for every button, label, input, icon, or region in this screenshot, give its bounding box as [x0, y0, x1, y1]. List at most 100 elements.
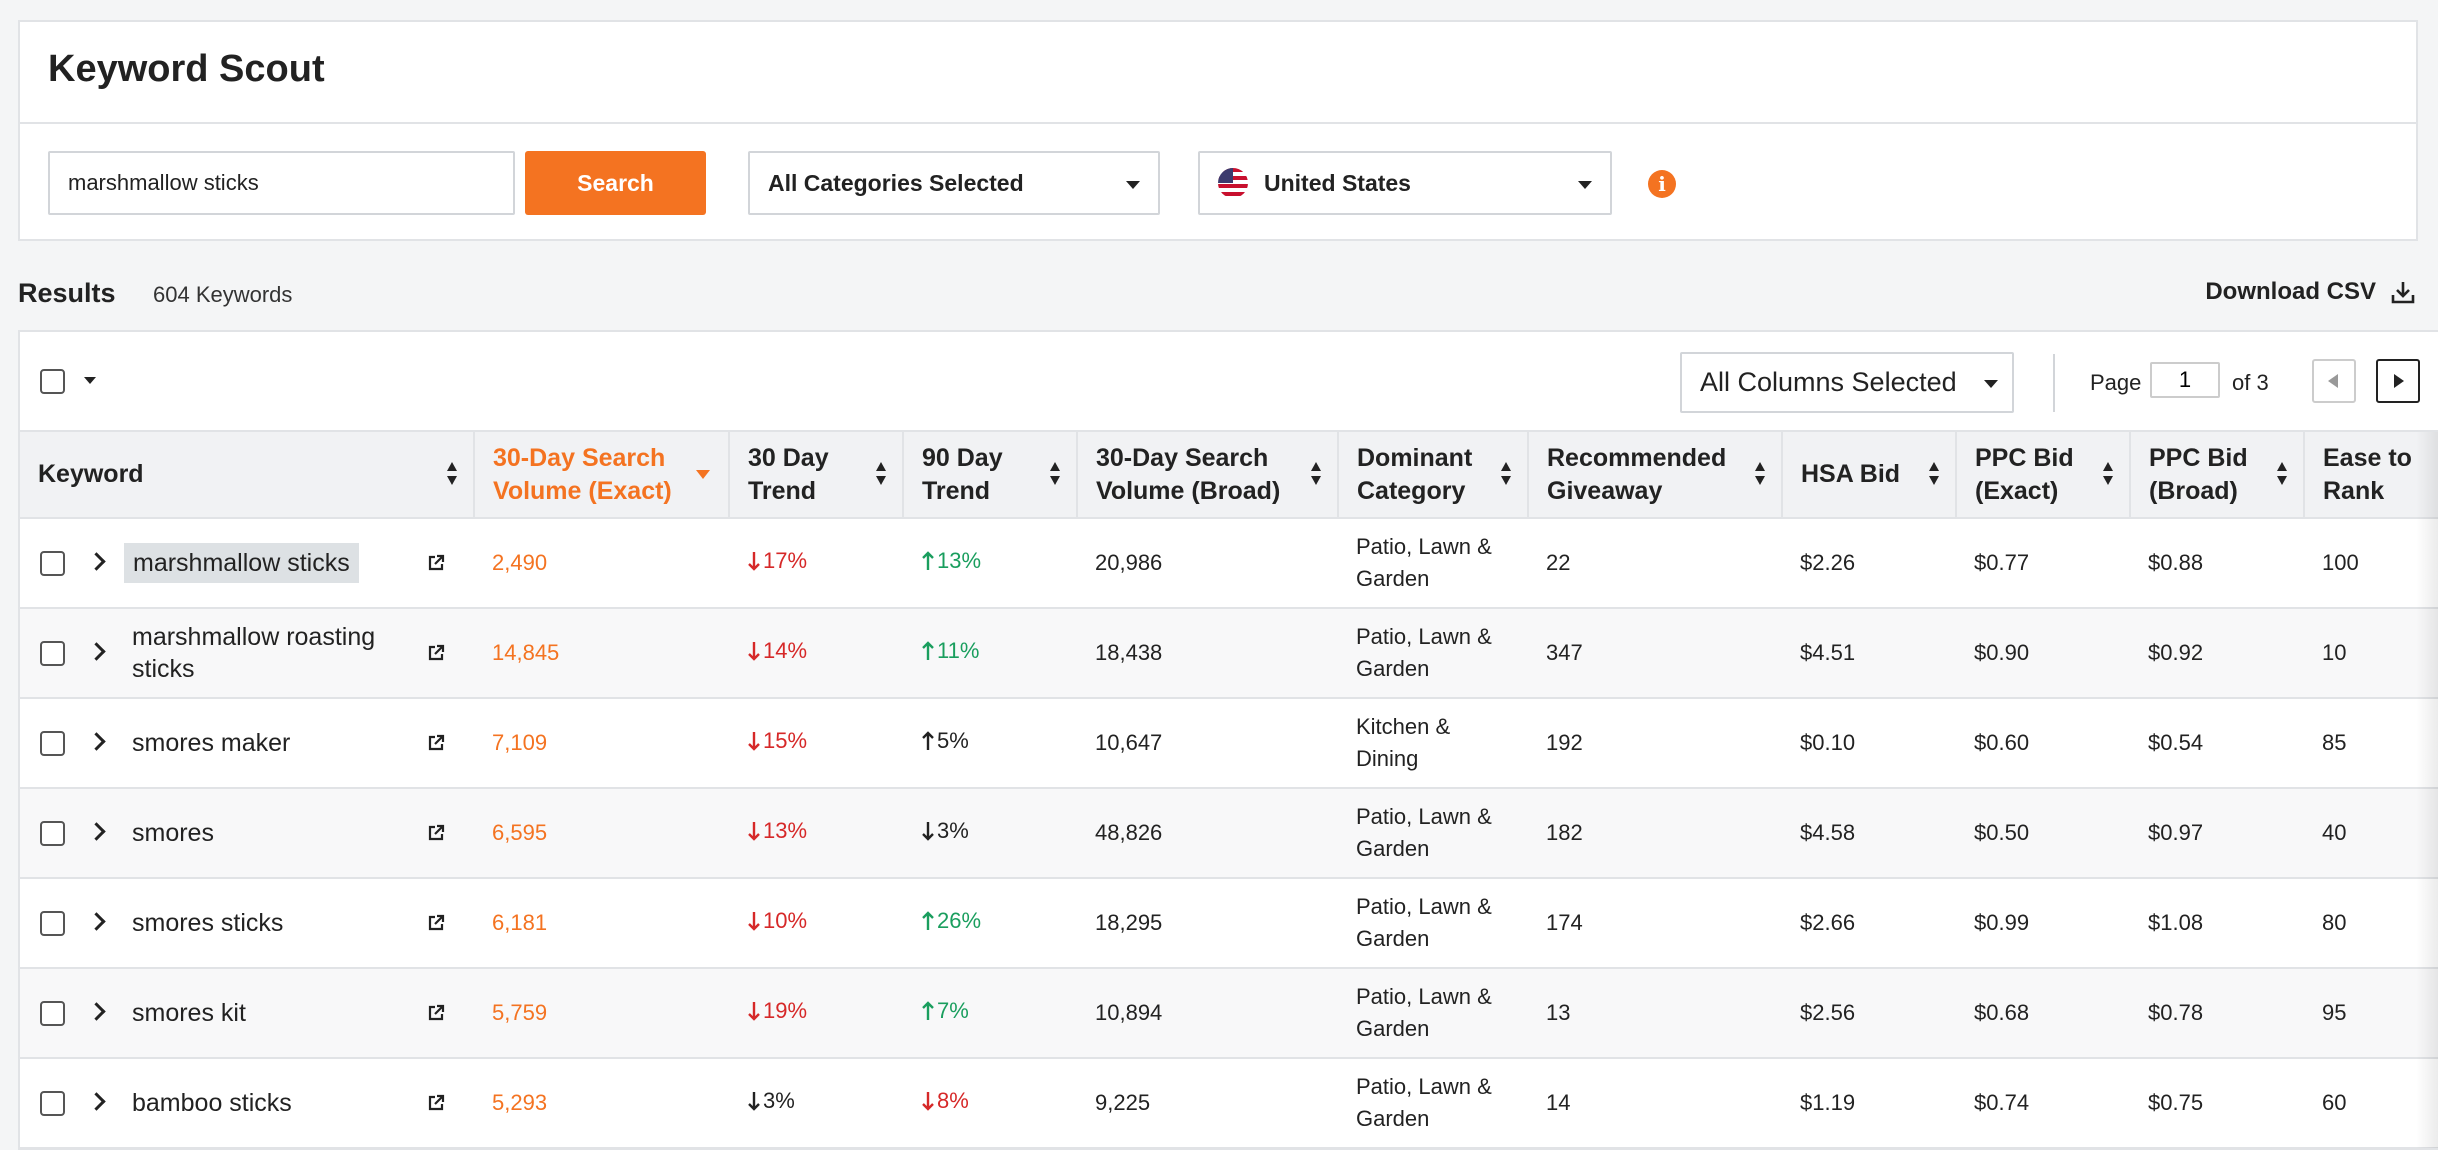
row-checkbox[interactable] [40, 641, 65, 666]
row-checkbox[interactable] [40, 551, 65, 576]
external-link-icon[interactable] [427, 554, 445, 572]
columns-select[interactable]: All Columns Selected [1680, 352, 2014, 413]
chevron-right-icon[interactable] [87, 732, 106, 751]
country-dropdown[interactable]: United States [1198, 151, 1612, 215]
ppc-broad-cell: $0.92 [2130, 608, 2304, 699]
column-header-label: 30-Day Search Volume (Exact) [493, 443, 672, 505]
sort-icon [1311, 462, 1321, 488]
keyword-text: marshmallow roasting sticks [132, 623, 376, 683]
trend-90-value: 13% [921, 545, 981, 577]
category-cell: Patio, Lawn & Garden [1338, 608, 1528, 699]
search-input[interactable] [48, 151, 515, 215]
sort-icon [1050, 462, 1060, 488]
chevron-right-icon[interactable] [87, 552, 106, 571]
keyword-cell: smores maker [20, 698, 474, 789]
volume-exact-cell: 5,293 [474, 1058, 729, 1148]
table-row[interactable]: smores maker 7,109 15% 5% 10,647 Kitchen… [20, 698, 2438, 789]
category-dropdown[interactable]: All Categories Selected [748, 151, 1160, 215]
table-toolbar: All Columns Selected Page of 3 [20, 332, 2438, 432]
column-header-category[interactable]: Dominant Category [1338, 432, 1529, 519]
trend-90-cell: 8% [903, 1058, 1077, 1148]
search-button[interactable]: Search [525, 151, 706, 215]
caret-right-icon [2394, 374, 2404, 388]
chevron-right-icon[interactable] [87, 642, 106, 661]
category-cell: Patio, Lawn & Garden [1338, 788, 1528, 879]
results-label: Results [18, 278, 116, 308]
select-all-checkbox[interactable] [40, 369, 65, 394]
column-header-keyword[interactable]: Keyword [20, 432, 475, 519]
arrow-down-icon [748, 642, 760, 661]
table-row[interactable]: smores sticks 6,181 10% 26% 18,295 Patio… [20, 878, 2438, 969]
row-checkbox[interactable] [40, 1001, 65, 1026]
chevron-right-icon[interactable] [87, 912, 106, 931]
trend-90-value: 8% [921, 1085, 969, 1117]
external-link-icon[interactable] [427, 644, 445, 662]
keyword-text: smores maker [132, 729, 291, 757]
row-checkbox[interactable] [40, 821, 65, 846]
search-panel: Keyword Scout Search All Categories Sele… [18, 20, 2418, 241]
trend-90-cell: 5% [903, 698, 1077, 789]
column-header-volume-broad[interactable]: 30-Day Search Volume (Broad) [1077, 432, 1339, 519]
column-header-trend-90[interactable]: 90 Day Trend [903, 432, 1078, 519]
trend-percent: 14% [763, 638, 808, 663]
external-link-icon[interactable] [427, 824, 445, 842]
arrow-up-icon [922, 551, 934, 570]
select-menu-caret-icon[interactable] [84, 377, 96, 384]
sort-icon [1929, 462, 1939, 488]
table-row[interactable]: smores 6,595 13% 3% 48,826 Patio, Lawn &… [20, 788, 2438, 879]
external-link-icon[interactable] [427, 734, 445, 752]
hsa-bid-cell: $4.58 [1782, 788, 1956, 879]
page-number-input[interactable] [2150, 362, 2220, 398]
table-row[interactable]: bamboo sticks 5,293 3% 8% 9,225 Patio, L… [20, 1058, 2438, 1148]
volume-exact-cell: 2,490 [474, 518, 729, 609]
results-count: 604 Keywords [153, 282, 293, 307]
next-page-button[interactable] [2376, 359, 2420, 403]
scroll-shadow [2416, 432, 2438, 1148]
volume-exact-cell: 14,845 [474, 608, 729, 699]
prev-page-button[interactable] [2312, 359, 2356, 403]
volume-broad-cell: 9,225 [1077, 1058, 1338, 1148]
column-header-ppc-exact[interactable]: PPC Bid (Exact) [1956, 432, 2131, 519]
page-label: Page [2090, 370, 2142, 395]
volume-exact-cell: 5,759 [474, 968, 729, 1059]
row-checkbox[interactable] [40, 1091, 65, 1116]
column-header-label: Dominant Category [1357, 443, 1473, 505]
volume-broad-cell: 10,894 [1077, 968, 1338, 1059]
results-table-panel: All Columns Selected Page of 3 Keyword 3… [18, 330, 2438, 1150]
column-header-hsa-bid[interactable]: HSA Bid [1782, 432, 1957, 519]
download-icon [2391, 282, 2415, 304]
arrow-down-icon [748, 1092, 760, 1111]
row-checkbox[interactable] [40, 911, 65, 936]
volume-broad-cell: 18,438 [1077, 608, 1338, 699]
volume-exact-cell: 7,109 [474, 698, 729, 789]
table-row[interactable]: smores kit 5,759 19% 7% 10,894 Patio, La… [20, 968, 2438, 1059]
trend-percent: 26% [937, 908, 982, 933]
ppc-exact-cell: $0.90 [1956, 608, 2130, 699]
download-csv-button[interactable]: Download CSV [2205, 278, 2416, 306]
trend-percent: 19% [763, 998, 808, 1023]
trend-30-value: 14% [747, 635, 807, 667]
column-header-label: PPC Bid (Exact) [1975, 443, 2074, 505]
table-row[interactable]: marshmallow sticks 2,490 17% 13% 20,986 … [20, 518, 2438, 609]
giveaway-cell: 192 [1528, 698, 1782, 789]
column-header-volume-exact[interactable]: 30-Day Search Volume (Exact) [474, 432, 730, 519]
external-link-icon[interactable] [427, 1004, 445, 1022]
external-link-icon[interactable] [427, 1094, 445, 1112]
column-header-trend-30[interactable]: 30 Day Trend [729, 432, 904, 519]
external-link-icon[interactable] [427, 914, 445, 932]
chevron-right-icon[interactable] [87, 1002, 106, 1021]
column-header-ppc-broad[interactable]: PPC Bid (Broad) [2130, 432, 2305, 519]
trend-30-value: 15% [747, 725, 807, 757]
info-icon[interactable]: i [1648, 170, 1676, 198]
ppc-broad-cell: $0.54 [2130, 698, 2304, 789]
arrow-down-icon [748, 1002, 760, 1021]
trend-30-cell: 10% [729, 878, 903, 969]
table-row[interactable]: marshmallow roasting sticks 14,845 14% 1… [20, 608, 2438, 699]
chevron-right-icon[interactable] [87, 822, 106, 841]
row-checkbox[interactable] [40, 731, 65, 756]
volume-exact-cell: 6,181 [474, 878, 729, 969]
ppc-broad-cell: $0.75 [2130, 1058, 2304, 1148]
column-header-label: Ease to Rank [2323, 443, 2412, 505]
column-header-giveaway[interactable]: Recommended Giveaway [1528, 432, 1783, 519]
chevron-right-icon[interactable] [87, 1092, 106, 1111]
